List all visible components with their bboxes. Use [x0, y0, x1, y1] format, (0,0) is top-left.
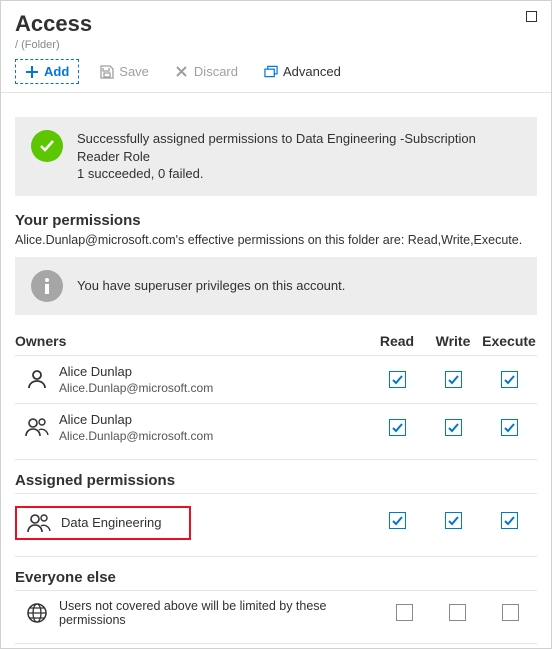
owner-read-checkbox[interactable]: [389, 419, 406, 436]
owner-name: Alice Dunlap: [59, 412, 369, 427]
toolbar: Add Save Discard Advanced: [1, 57, 551, 93]
everyone-desc: Users not covered above will be limited …: [59, 599, 378, 627]
write-col-label: Write: [425, 333, 481, 349]
add-button-label: Add: [44, 64, 69, 79]
everyone-write-checkbox[interactable]: [449, 604, 466, 621]
owner-email: Alice.Dunlap@microsoft.com: [59, 381, 369, 395]
assigned-section: Assigned permissions Data Engineering: [1, 472, 551, 557]
advanced-icon: [264, 65, 278, 79]
owner-execute-checkbox[interactable]: [501, 419, 518, 436]
assigned-execute-checkbox[interactable]: [501, 512, 518, 529]
owner-name: Alice Dunlap: [59, 364, 369, 379]
your-permissions-desc: Alice.Dunlap@microsoft.com's effective p…: [15, 233, 537, 247]
user-icon: [15, 369, 59, 389]
panel-title: Access: [15, 11, 537, 37]
add-button[interactable]: Add: [15, 59, 79, 84]
maximize-icon[interactable]: [526, 11, 537, 22]
assigned-write-checkbox[interactable]: [445, 512, 462, 529]
assigned-title: Assigned permissions: [15, 472, 537, 489]
read-col-label: Read: [369, 333, 425, 349]
owner-write-checkbox[interactable]: [445, 371, 462, 388]
save-button[interactable]: Save: [95, 61, 154, 82]
divider: [15, 556, 537, 557]
discard-button[interactable]: Discard: [170, 61, 243, 82]
success-line1: Successfully assigned permissions to Dat…: [77, 130, 521, 165]
breadcrumb: / (Folder): [15, 39, 537, 51]
group-icon: [17, 513, 61, 533]
advanced-button[interactable]: Advanced: [259, 61, 346, 82]
everyone-row: Users not covered above will be limited …: [15, 590, 537, 635]
divider: [15, 643, 537, 644]
info-icon: [31, 270, 63, 302]
owner-nameblock: Alice Dunlap Alice.Dunlap@microsoft.com: [59, 364, 369, 395]
discard-icon: [175, 65, 189, 79]
your-permissions-title: Your permissions: [15, 212, 537, 229]
globe-icon: [15, 602, 59, 624]
panel-header: Access / (Folder): [1, 1, 551, 57]
everyone-read-checkbox[interactable]: [396, 604, 413, 621]
discard-button-label: Discard: [194, 64, 238, 79]
assigned-list: Data Engineering: [1, 493, 551, 548]
assigned-row: Data Engineering: [15, 493, 537, 548]
owner-read-checkbox[interactable]: [389, 371, 406, 388]
access-panel: Access / (Folder) Add Save Discard: [0, 0, 552, 649]
owners-col-label: Owners: [15, 333, 369, 349]
group-icon: [15, 417, 59, 437]
owner-row: Alice Dunlap Alice.Dunlap@microsoft.com: [15, 355, 537, 403]
execute-col-label: Execute: [481, 333, 537, 349]
save-icon: [100, 65, 114, 79]
owner-email: Alice.Dunlap@microsoft.com: [59, 429, 369, 443]
divider: [15, 459, 537, 460]
owner-execute-checkbox[interactable]: [501, 371, 518, 388]
plus-icon: [25, 65, 39, 79]
advanced-button-label: Advanced: [283, 64, 341, 79]
success-banner: Successfully assigned permissions to Dat…: [15, 117, 537, 196]
everyone-section: Everyone else Users not covered above wi…: [1, 569, 551, 644]
assigned-name: Data Engineering: [61, 515, 161, 530]
success-message: Successfully assigned permissions to Dat…: [77, 130, 521, 183]
owner-nameblock: Alice Dunlap Alice.Dunlap@microsoft.com: [59, 412, 369, 443]
owners-list: Alice DunlapAlice.Dunlap@microsoft.comAl…: [1, 355, 551, 451]
everyone-execute-checkbox[interactable]: [502, 604, 519, 621]
owners-header: Owners Read Write Execute: [15, 333, 537, 349]
info-banner: You have superuser privileges on this ac…: [15, 257, 537, 315]
info-message: You have superuser privileges on this ac…: [77, 278, 345, 293]
everyone-title: Everyone else: [15, 569, 537, 586]
success-icon: [31, 130, 63, 162]
success-line2: 1 succeeded, 0 failed.: [77, 165, 521, 183]
owner-write-checkbox[interactable]: [445, 419, 462, 436]
your-permissions-section: Your permissions Alice.Dunlap@microsoft.…: [1, 212, 551, 315]
save-button-label: Save: [119, 64, 149, 79]
owner-row: Alice Dunlap Alice.Dunlap@microsoft.com: [15, 403, 537, 451]
assigned-read-checkbox[interactable]: [389, 512, 406, 529]
